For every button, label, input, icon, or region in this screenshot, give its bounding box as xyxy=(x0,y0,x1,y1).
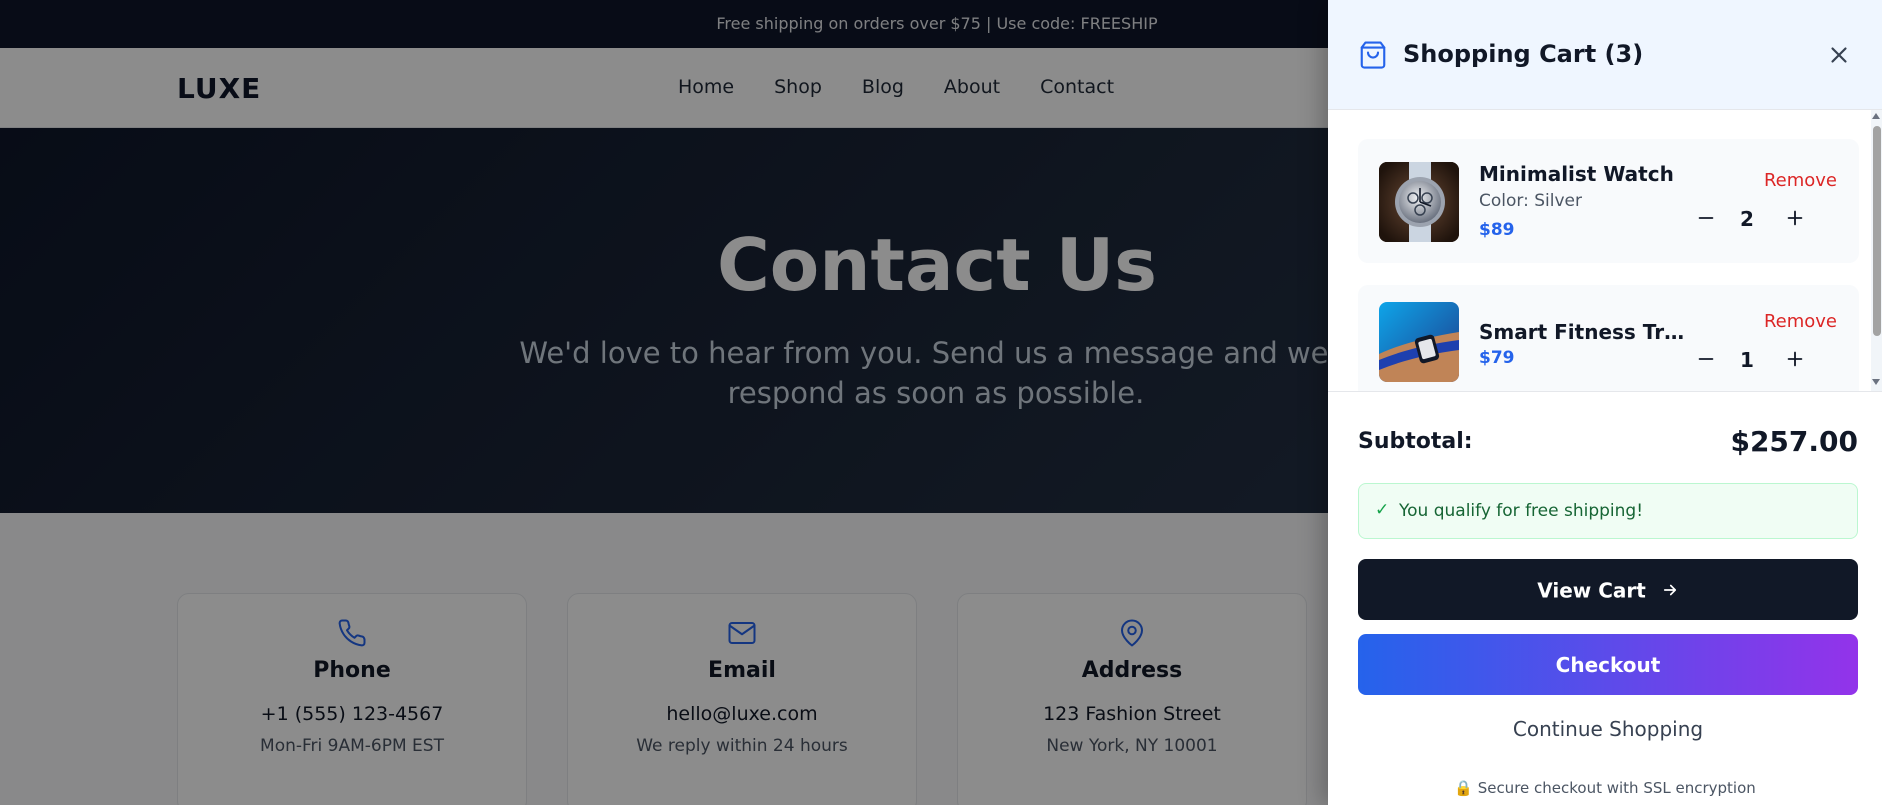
cart-item: Minimalist Watch Color: Silver $89 Remov… xyxy=(1358,139,1859,263)
cart-header: Shopping Cart (3) xyxy=(1328,0,1882,110)
cart-title: Shopping Cart (3) xyxy=(1403,40,1644,68)
plus-icon[interactable] xyxy=(1784,348,1806,370)
continue-shopping-button[interactable]: Continue Shopping xyxy=(1358,711,1858,747)
remove-item-button[interactable]: Remove xyxy=(1764,311,1837,332)
view-cart-button[interactable]: View Cart xyxy=(1358,559,1858,620)
silver-watch-image xyxy=(1379,162,1459,242)
cart-item: Smart Fitness Tracker $79 Remove 1 xyxy=(1358,285,1859,391)
cart-item-name[interactable]: Smart Fitness Tracker xyxy=(1479,320,1689,344)
check-icon: ✓ xyxy=(1375,500,1390,520)
free-shipping-notice: ✓ You qualify for free shipping! xyxy=(1358,483,1858,539)
fitness-tracker-image xyxy=(1379,302,1459,382)
checkout-button[interactable]: Checkout xyxy=(1358,634,1858,695)
remove-item-button[interactable]: Remove xyxy=(1764,170,1837,191)
secure-checkout-text: Secure checkout with SSL encryption xyxy=(1477,779,1756,797)
cart-item-color: Color: Silver xyxy=(1479,191,1582,211)
scrollbar-thumb[interactable] xyxy=(1873,126,1881,336)
cart-drawer: Shopping Cart (3) Minimalist Watch Color… xyxy=(1328,0,1882,805)
secure-checkout-note: 🔒 Secure checkout with SSL encryption xyxy=(1328,779,1882,797)
subtotal-label: Subtotal: xyxy=(1358,429,1473,454)
cart-scrollbar[interactable] xyxy=(1871,110,1882,391)
scroll-up-arrow-icon[interactable] xyxy=(1872,113,1880,119)
minus-icon[interactable] xyxy=(1695,348,1717,370)
minus-icon[interactable] xyxy=(1695,207,1717,229)
shopping-bag-icon xyxy=(1360,41,1386,69)
cart-item-price: $89 xyxy=(1479,220,1515,240)
subtotal-value: $257.00 xyxy=(1730,425,1858,458)
arrow-right-icon xyxy=(1663,584,1676,596)
cart-footer: Subtotal: $257.00 ✓ You qualify for free… xyxy=(1328,391,1882,805)
free-shipping-text: You qualify for free shipping! xyxy=(1399,501,1644,521)
plus-icon[interactable] xyxy=(1784,207,1806,229)
view-cart-label: View Cart xyxy=(1537,578,1646,603)
scroll-down-arrow-icon[interactable] xyxy=(1872,379,1880,385)
close-icon[interactable] xyxy=(1826,42,1852,68)
lock-icon: 🔒 xyxy=(1454,779,1473,797)
cart-item-price: $79 xyxy=(1479,348,1515,368)
cart-item-name[interactable]: Minimalist Watch xyxy=(1479,162,1689,186)
cart-item-quantity: 1 xyxy=(1740,348,1754,372)
cart-item-list[interactable]: Minimalist Watch Color: Silver $89 Remov… xyxy=(1328,110,1882,391)
cart-item-quantity: 2 xyxy=(1740,207,1754,231)
